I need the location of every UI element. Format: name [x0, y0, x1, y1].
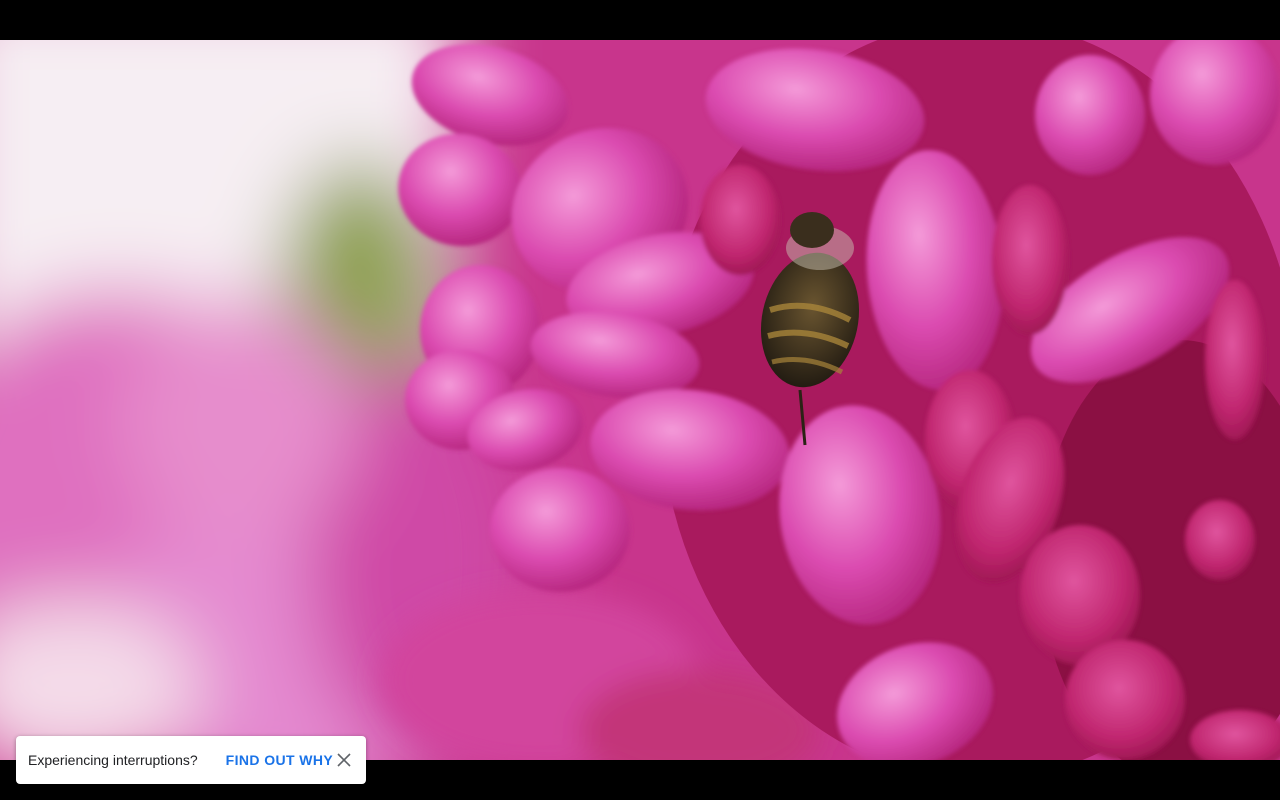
- interruption-toast: Experiencing interruptions? FIND OUT WHY: [16, 736, 366, 784]
- toast-message: Experiencing interruptions?: [28, 752, 198, 768]
- video-player[interactable]: Experiencing interruptions? FIND OUT WHY: [0, 0, 1280, 800]
- video-frame[interactable]: [0, 40, 1280, 760]
- find-out-why-button[interactable]: FIND OUT WHY: [226, 752, 333, 768]
- close-icon[interactable]: [334, 750, 354, 770]
- video-image: [0, 40, 1280, 760]
